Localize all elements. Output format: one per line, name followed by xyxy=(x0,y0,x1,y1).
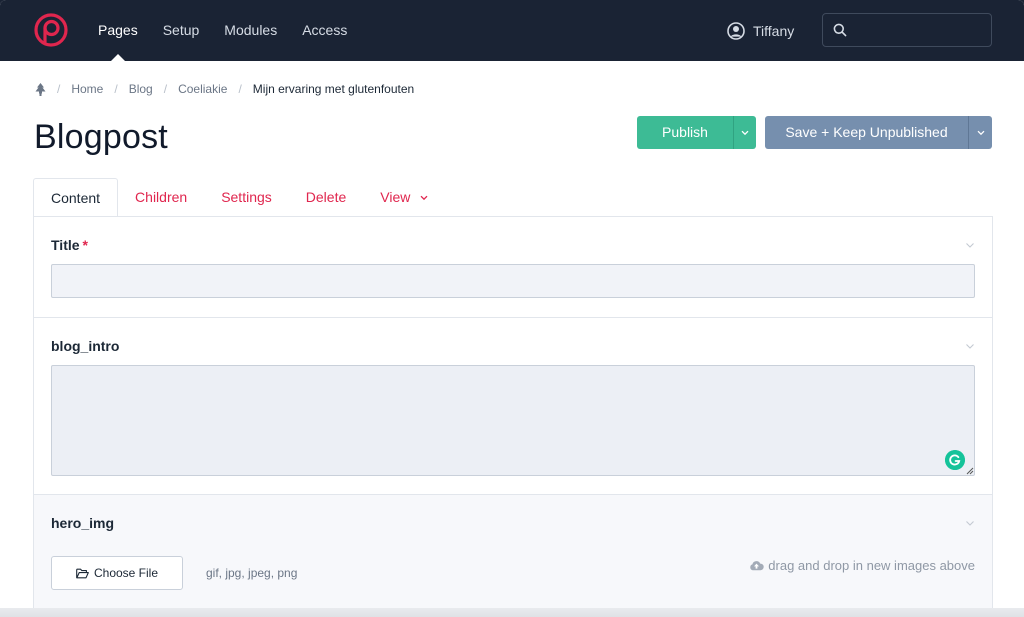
chevron-down-icon[interactable] xyxy=(965,341,975,351)
field-blog-intro-label: blog_intro xyxy=(51,338,120,354)
publish-button[interactable]: Publish xyxy=(637,116,733,149)
chevron-down-icon[interactable] xyxy=(965,518,975,528)
choose-file-button[interactable]: Choose File xyxy=(51,556,183,590)
breadcrumb: / Home / Blog / Coeliakie / Mijn ervarin… xyxy=(35,79,414,99)
search-input[interactable] xyxy=(855,18,985,42)
field-title: Title * xyxy=(34,217,992,318)
breadcrumb-separator: / xyxy=(57,82,61,96)
processwire-logo[interactable] xyxy=(34,13,68,47)
main-nav: Pages Setup Modules Access xyxy=(98,0,372,61)
breadcrumb-home[interactable]: Home xyxy=(71,82,103,96)
user-menu[interactable]: Tiffany xyxy=(727,20,794,42)
tab-bar: Content Children Settings Delete View xyxy=(33,178,445,218)
dropzone-hint: drag and drop in new images above xyxy=(749,558,975,573)
nav-item-modules[interactable]: Modules xyxy=(224,0,277,61)
breadcrumb-separator: / xyxy=(163,82,168,96)
dropzone-hint-text: drag and drop in new images above xyxy=(768,558,975,573)
search-icon xyxy=(833,23,847,37)
user-icon xyxy=(727,22,745,40)
nav-item-access[interactable]: Access xyxy=(302,0,347,61)
tab-content[interactable]: Content xyxy=(33,178,119,218)
tab-children[interactable]: Children xyxy=(118,178,204,217)
top-navbar: Pages Setup Modules Access Tiffany xyxy=(0,0,1024,61)
content-panel: Title * blog_intro hero_img Choose File … xyxy=(33,216,993,617)
choose-file-label: Choose File xyxy=(93,566,159,580)
footer-shadow xyxy=(0,608,1024,617)
breadcrumb-separator: / xyxy=(114,82,118,96)
save-keep-unpublished-button[interactable]: Save + Keep Unpublished xyxy=(765,116,968,149)
field-hero-img-label: hero_img xyxy=(51,515,115,531)
required-mark: * xyxy=(82,237,88,253)
grammarly-icon[interactable] xyxy=(945,450,965,470)
tree-icon[interactable] xyxy=(35,82,46,96)
breadcrumb-blog[interactable]: Blog xyxy=(129,82,153,96)
tab-settings[interactable]: Settings xyxy=(204,178,289,217)
user-name: Tiffany xyxy=(753,23,795,39)
search-box[interactable] xyxy=(822,13,992,47)
field-title-label: Title * xyxy=(51,237,88,253)
chevron-down-icon xyxy=(977,130,984,135)
title-input[interactable] xyxy=(51,264,975,298)
field-blog-intro: blog_intro xyxy=(34,318,992,495)
tab-view[interactable]: View xyxy=(363,178,445,217)
chevron-down-icon[interactable] xyxy=(965,240,975,250)
breadcrumb-separator: / xyxy=(238,82,242,96)
field-title-label-text: Title xyxy=(51,237,80,253)
blog-intro-textarea[interactable] xyxy=(51,365,975,476)
save-dropdown-button[interactable] xyxy=(968,116,992,149)
publish-dropdown-button[interactable] xyxy=(733,116,756,149)
resize-handle-icon[interactable] xyxy=(966,467,974,475)
allowed-file-types: gif, jpg, jpeg, png xyxy=(206,566,298,580)
nav-item-setup[interactable]: Setup xyxy=(163,0,200,61)
breadcrumb-current: Mijn ervaring met glutenfouten xyxy=(252,82,415,96)
field-hero-img: hero_img Choose File gif, jpg, jpeg, png… xyxy=(34,495,992,609)
app-window: Pages Setup Modules Access Tiffany / Hom… xyxy=(0,0,1024,617)
chevron-down-icon xyxy=(420,196,428,201)
folder-open-icon xyxy=(76,568,89,578)
cloud-upload-icon xyxy=(750,561,765,571)
tab-view-label: View xyxy=(380,189,411,205)
nav-item-pages[interactable]: Pages xyxy=(98,0,138,61)
tab-delete[interactable]: Delete xyxy=(289,178,363,217)
chevron-down-icon xyxy=(741,130,749,135)
breadcrumb-coeliakie[interactable]: Coeliakie xyxy=(178,82,227,96)
page-title: Blogpost xyxy=(34,118,168,156)
